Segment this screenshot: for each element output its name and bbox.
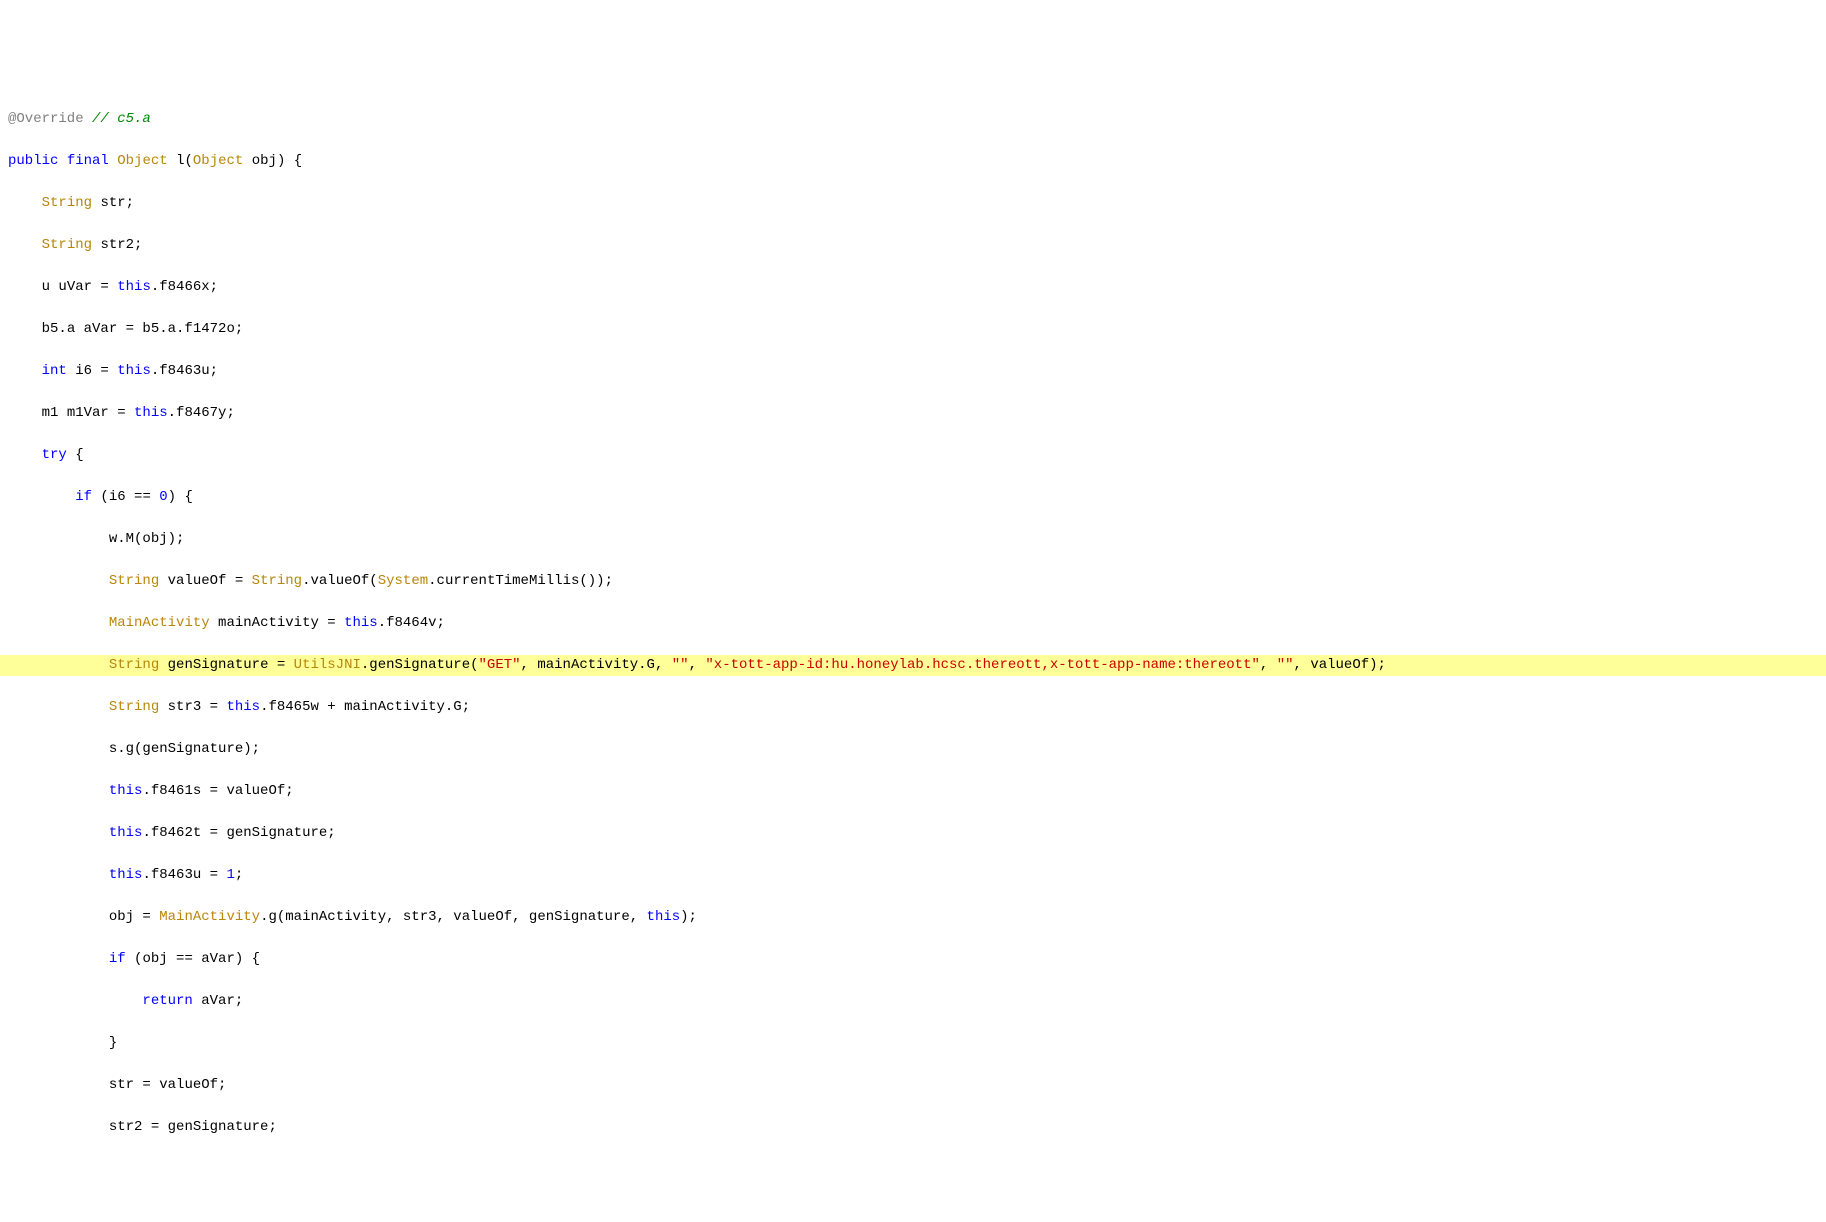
code-line-16: s.g(genSignature); bbox=[0, 739, 1826, 760]
comment: // c5.a bbox=[84, 111, 151, 127]
code-block: @Override // c5.a public final Object l(… bbox=[0, 88, 1826, 1159]
code-line-5: u uVar = this.f8466x; bbox=[0, 277, 1826, 298]
code-line-2: public final Object l(Object obj) { bbox=[0, 151, 1826, 172]
code-line-25: str2 = genSignature; bbox=[0, 1117, 1826, 1138]
code-line-9: try { bbox=[0, 445, 1826, 466]
code-line-4: String str2; bbox=[0, 235, 1826, 256]
code-line-22: return aVar; bbox=[0, 991, 1826, 1012]
code-line-15: String str3 = this.f8465w + mainActivity… bbox=[0, 697, 1826, 718]
code-line-17: this.f8461s = valueOf; bbox=[0, 781, 1826, 802]
code-line-21: if (obj == aVar) { bbox=[0, 949, 1826, 970]
code-line-14-highlighted: String genSignature = UtilsJNI.genSignat… bbox=[0, 655, 1826, 676]
code-line-7: int i6 = this.f8463u; bbox=[0, 361, 1826, 382]
code-line-11: w.M(obj); bbox=[0, 529, 1826, 550]
annotation-override: @Override bbox=[8, 111, 84, 127]
code-line-24: str = valueOf; bbox=[0, 1075, 1826, 1096]
code-line-6: b5.a aVar = b5.a.f1472o; bbox=[0, 319, 1826, 340]
code-line-10: if (i6 == 0) { bbox=[0, 487, 1826, 508]
code-line-23: } bbox=[0, 1033, 1826, 1054]
code-line-20: obj = MainActivity.g(mainActivity, str3,… bbox=[0, 907, 1826, 928]
code-line-12: String valueOf = String.valueOf(System.c… bbox=[0, 571, 1826, 592]
code-line-19: this.f8463u = 1; bbox=[0, 865, 1826, 886]
code-line-13: MainActivity mainActivity = this.f8464v; bbox=[0, 613, 1826, 634]
code-line-8: m1 m1Var = this.f8467y; bbox=[0, 403, 1826, 424]
code-line-18: this.f8462t = genSignature; bbox=[0, 823, 1826, 844]
code-line-3: String str; bbox=[0, 193, 1826, 214]
code-line-1: @Override // c5.a bbox=[0, 109, 1826, 130]
